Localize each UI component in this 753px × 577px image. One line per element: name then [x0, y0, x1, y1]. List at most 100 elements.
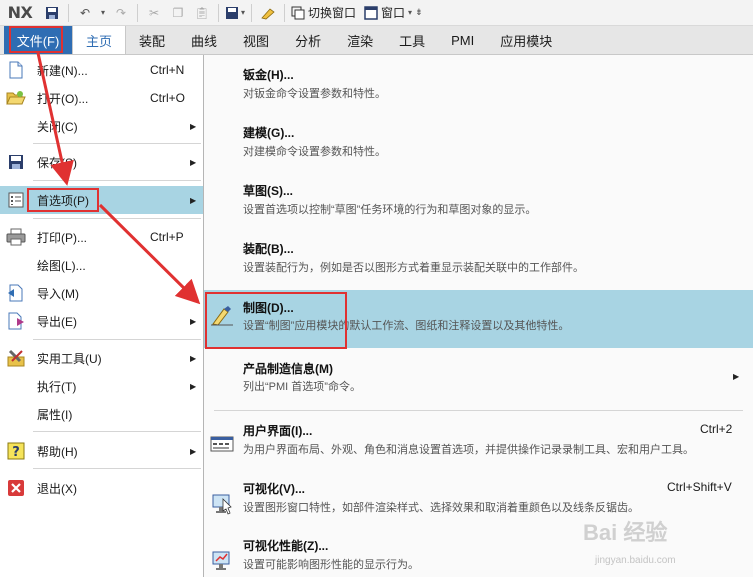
toolbar-divider [284, 3, 286, 22]
ribbon-tab-bar: 文件(F) 主页 装配 曲线 视图 分析 渲染 工具 PMI 应用模块 [0, 26, 753, 55]
pref-item-sketch[interactable]: 草图(S)... 设置首选项以控制“草图”任务环境的行为和草图对象的显示。 [204, 171, 753, 229]
menu-item-print[interactable]: 打印(P)... Ctrl+P [0, 223, 203, 251]
tab-pmi[interactable]: PMI [438, 26, 487, 54]
pref-item-title: 装配(B)... [243, 242, 294, 256]
pref-item-sheet-metal[interactable]: 钣金(H)... 对钣金命令设置参数和特性。 [204, 55, 753, 113]
menu-item-help[interactable]: ? 帮助(H) ▶ [0, 437, 203, 465]
undo-icon[interactable]: ↶ [75, 2, 95, 24]
menu-item-close[interactable]: 关闭(C) ▶ [0, 112, 203, 140]
submenu-arrow-icon: ▶ [190, 195, 197, 205]
open-folder-icon [6, 88, 26, 108]
menu-item-new[interactable]: 新建(N)... Ctrl+N [0, 56, 203, 84]
baidu-watermark: Bai 经验 jingyan.baidu.com [583, 515, 743, 570]
menu-item-label: 绘图(L)... [37, 258, 86, 273]
undo-dropdown-icon[interactable]: ▾ [99, 2, 107, 24]
tab-curve[interactable]: 曲线 [178, 26, 230, 54]
pref-item-assembly[interactable]: 装配(B)... 设置装配行为，例如是否以图形方式着重显示装配关联中的工作部件。 [204, 229, 753, 287]
toolbar-divider [218, 3, 219, 22]
menu-item-save[interactable]: 保存(S) ▶ [0, 148, 203, 176]
tab-home[interactable]: 主页 [72, 26, 127, 54]
menu-item-label: 属性(I) [37, 407, 73, 422]
quick-access-toolbar: NX ↶ ▾ ↷ ✂ ❐ 📋︎ ▾ 切换窗口 窗口 ▾ ⇟ [0, 0, 753, 26]
pref-item-description: 对钣金命令设置参数和特性。 [243, 88, 386, 100]
menu-divider [33, 218, 201, 219]
menu-item-shortcut: Ctrl+N [150, 63, 185, 77]
menu-item-plot[interactable]: 绘图(L)... [0, 251, 203, 279]
menu-item-label: 帮助(H) [37, 444, 78, 459]
save-dropdown-icon[interactable]: ▾ [225, 2, 245, 24]
visualization-performance-icon [210, 549, 234, 573]
menu-divider [33, 180, 201, 181]
toolbar-divider [137, 3, 138, 22]
menu-item-label: 保存(S) [37, 155, 77, 170]
menu-item-label: 打印(P)... [37, 230, 87, 245]
help-icon: ? [6, 441, 26, 461]
menu-divider [214, 410, 743, 411]
menu-item-label: 导入(M) [37, 286, 79, 301]
pref-item-title: 草图(S)... [243, 184, 293, 198]
switch-window-button[interactable]: 切换窗口 [291, 2, 356, 24]
submenu-arrow-icon: ▶ [190, 121, 197, 131]
submenu-arrow-icon: ▶ [190, 446, 197, 456]
menu-item-label: 打开(O)... [37, 91, 89, 106]
cut-icon[interactable]: ✂ [144, 2, 164, 24]
submenu-arrow-icon: ▶ [190, 157, 197, 167]
tab-view[interactable]: 视图 [230, 26, 282, 54]
pref-item-title: 建模(G)... [243, 126, 295, 140]
pref-item-title: 钣金(H)... [243, 68, 294, 82]
repeat-command-icon[interactable] [258, 2, 278, 24]
pref-item-shortcut: Ctrl+Shift+V [667, 480, 732, 494]
toolbar-divider [68, 3, 69, 22]
annotation-box-drafting [205, 292, 347, 349]
copy-icon[interactable]: ❐ [168, 2, 188, 24]
tab-tools[interactable]: 工具 [386, 26, 438, 54]
chevron-down-icon: ▾ [408, 8, 413, 17]
tab-render[interactable]: 渲染 [334, 26, 386, 54]
menu-item-label: 关闭(C) [37, 119, 78, 134]
tab-analysis[interactable]: 分析 [282, 26, 334, 54]
submenu-arrow-icon: ▶ [733, 372, 740, 381]
paste-icon[interactable]: 📋︎ [192, 2, 212, 24]
annotation-box-file [9, 26, 63, 53]
pref-item-description: 为用户界面布局、外观、角色和消息设置首选项，并提供操作记录录制工具、宏和用户工具… [243, 444, 694, 456]
menu-item-open[interactable]: 打开(O)... Ctrl+O [0, 84, 203, 112]
menu-item-import[interactable]: 导入(M) ▶ [0, 279, 203, 307]
menu-item-label: 新建(N)... [37, 63, 88, 78]
pref-item-user-interface[interactable]: 用户界面(I)... 为用户界面布局、外观、角色和消息设置首选项，并提供操作记录… [204, 414, 753, 472]
menu-item-export[interactable]: 导出(E) ▶ [0, 307, 203, 335]
submenu-arrow-icon: ▶ [190, 381, 197, 391]
customize-toolbar-icon[interactable]: ⇟ [415, 7, 423, 18]
menu-item-label: 退出(X) [37, 481, 77, 496]
nx-logo: NX [7, 3, 33, 22]
toolbar-divider [251, 3, 253, 22]
file-menu: 新建(N)... Ctrl+N 打开(O)... Ctrl+O 关闭(C) ▶ … [0, 55, 204, 577]
pref-item-description: 对建模命令设置参数和特性。 [243, 146, 386, 158]
menu-item-utilities[interactable]: 实用工具(U) ▶ [0, 344, 203, 372]
menu-divider [33, 468, 201, 469]
pref-item-shortcut: Ctrl+2 [700, 422, 733, 436]
menu-item-properties[interactable]: 属性(I) [0, 400, 203, 428]
redo-icon[interactable]: ↷ [111, 2, 131, 24]
menu-divider [33, 339, 201, 340]
printer-icon [6, 227, 26, 247]
menu-item-shortcut: Ctrl+P [150, 230, 184, 244]
preferences-list-icon [6, 190, 26, 210]
save-icon[interactable] [42, 2, 62, 24]
tab-assembly[interactable]: 装配 [126, 26, 178, 54]
pref-item-modeling[interactable]: 建模(G)... 对建模命令设置参数和特性。 [204, 113, 753, 171]
exit-icon [6, 478, 26, 498]
submenu-arrow-icon: ▶ [190, 288, 197, 298]
menu-item-execute[interactable]: 执行(T) ▶ [0, 372, 203, 400]
watermark-brand: Bai 经验 [583, 520, 668, 545]
menu-divider [33, 431, 201, 432]
switch-window-label: 切换窗口 [308, 6, 357, 20]
menu-item-label: 导出(E) [37, 314, 77, 329]
menu-item-label: 实用工具(U) [37, 351, 102, 366]
menu-divider [33, 143, 201, 144]
pref-item-pmi[interactable]: 产品制造信息(M) 列出“PMI 首选项”命令。 ▶ [204, 348, 753, 406]
menu-item-exit[interactable]: 退出(X) [0, 474, 203, 502]
tools-icon [6, 348, 26, 368]
window-menu-button[interactable]: 窗口 ▾ ⇟ [364, 2, 423, 24]
tab-application[interactable]: 应用模块 [487, 26, 565, 54]
pref-item-title: 可视化性能(Z)... [243, 539, 329, 553]
